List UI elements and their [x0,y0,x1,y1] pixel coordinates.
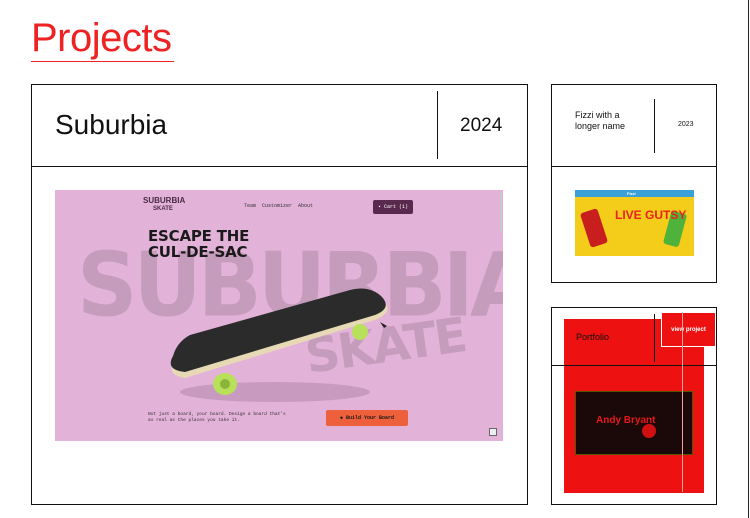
project-preview-image[interactable]: Fizzi LIVE GUTSY [575,190,694,256]
project-preview-image[interactable]: Andy Bryant [575,391,693,455]
project-name: Portfolio [576,332,610,342]
project-name: Suburbia [55,109,168,140]
page-edge-divider [748,0,749,518]
logo-line-1: SUBURBIA [143,196,186,205]
portfolio-ball-graphic [642,424,656,438]
card-divider-horizontal [552,365,716,366]
fizzi-brand: Fizzi [627,191,636,196]
project-card-suburbia[interactable]: Suburbia 2024 SUBURBIA SKATE SUBURBIA SK… [31,84,528,505]
preview-nav-customizer: Customizer [262,203,293,209]
project-name: Fizzi with a longer name [575,110,626,131]
cart-icon: ▪ [377,204,381,210]
preview-nav-about: About [298,203,314,209]
card-divider-vertical [437,91,438,159]
card-divider-vertical [654,314,655,362]
project-year: 2024 [460,115,503,136]
preview-cart-button: ▪ Cart (1) [373,200,413,214]
logo-line-2: SKATE [153,206,173,212]
project-card-fizzi[interactable]: Fizzi with a longer name 2023 Fizzi LIVE… [551,84,717,283]
hover-guide-line [682,312,683,492]
headline-line-2: CUL-DE-SAC [148,243,248,261]
preview-nav-team: Team [244,203,257,209]
suburbia-logo: SUBURBIA SKATE [143,197,185,213]
headline-line-1: ESCAPE THE [148,227,250,245]
preview-corner-icon [489,428,497,436]
cart-label: Cart (1) [384,204,409,210]
preview-build-board-button: ◆ Build Your Board [326,410,408,426]
preview-tagline: Not just a board, your board. Design a b… [148,412,286,423]
fizzi-headline: LIVE GUTSY [615,208,687,222]
skateboard-illustration [170,288,388,402]
card-divider-vertical [654,99,655,153]
project-year: 2023 [678,121,694,128]
preview-headline: ESCAPE THE CUL-DE-SAC [148,228,249,260]
card-divider-horizontal [32,166,527,167]
card-divider-horizontal [552,166,716,167]
build-button-label: Build Your Board [346,415,395,421]
title-underline [31,61,174,62]
view-project-button[interactable]: view project [661,312,716,347]
preview-scrollbar [500,192,502,232]
project-preview-image[interactable]: SUBURBIA SKATE SUBURBIA SKATE Team Custo… [55,190,503,441]
soda-can-red [579,208,609,248]
page-title: Projects [31,16,172,60]
